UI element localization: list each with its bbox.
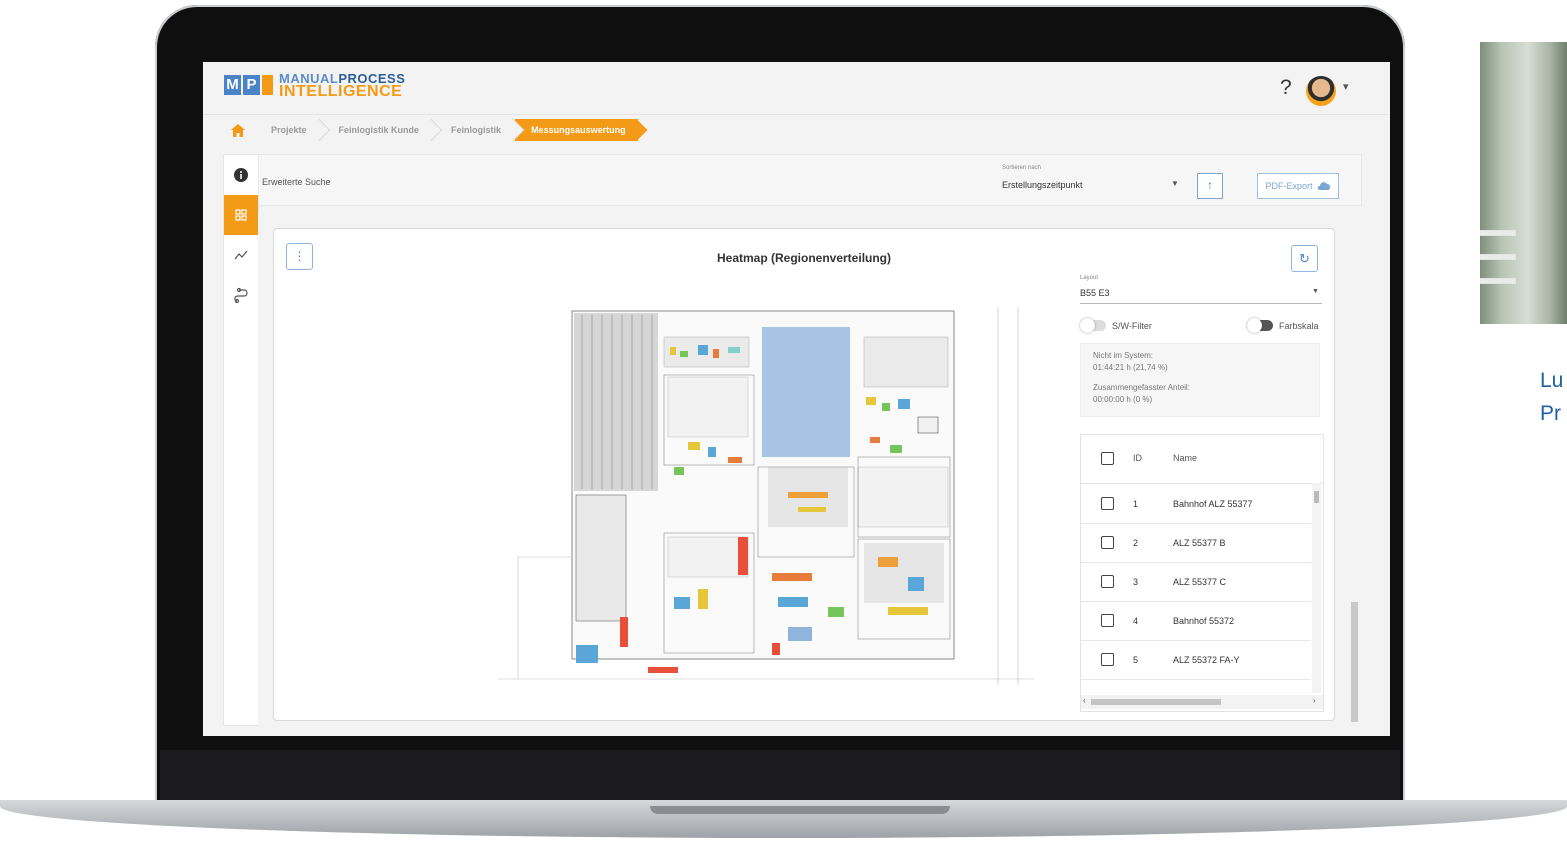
app-screen: M P MANUALPROCESS INTELLIGENCE ? ▾ Proje… [203,62,1390,736]
logo-letter-p: P [243,75,260,95]
scrollbar-thumb[interactable] [1314,491,1319,503]
toggle-switch[interactable] [1247,318,1273,333]
dashboard-grid-icon[interactable] [224,195,258,235]
side-caption: Lu Pr [1540,364,1567,430]
column-header-id[interactable]: ID [1133,453,1142,463]
table-row[interactable]: 4 Bahnhof 55372 [1081,601,1311,641]
chevron-down-icon[interactable]: ▼ [1171,179,1179,188]
row-checkbox[interactable] [1101,575,1114,588]
farbskala-toggle[interactable]: Farbskala [1247,318,1319,333]
side-caption-line: Pr [1540,402,1561,425]
analytics-icon[interactable] [224,235,258,275]
sw-filter-label: S/W-Filter [1112,320,1152,331]
heatmap-card: ⋮ Heatmap (Regionenverteilung) ↻ Layout … [273,228,1335,721]
main-content: ⋮ Heatmap (Regionenverteilung) ↻ Layout … [258,212,1360,736]
not-in-system-label: Nicht im System: [1093,351,1154,360]
refresh-icon[interactable]: ↻ [1291,245,1318,272]
combined-share-label: Zusammengefasster Anteil: [1093,383,1190,392]
table-horizontal-scrollbar[interactable]: ‹ › [1081,695,1323,709]
scrollbar-thumb[interactable] [1351,602,1358,722]
side-rail [223,154,259,726]
logo-wordmark: MANUALPROCESS INTELLIGENCE [279,72,405,100]
breadcrumb: Projekte Feinlogistik Kunde Feinlogistik… [223,119,638,141]
table-row[interactable]: 3 ALZ 55377 C [1081,562,1311,602]
laptop-notch [650,806,950,814]
chevron-right-icon[interactable]: › [1313,696,1316,705]
cloud-upload-icon [1317,182,1330,190]
row-id: 2 [1133,538,1139,548]
help-button[interactable]: ? [1280,76,1292,100]
breadcrumb-feinlogistik-kunde[interactable]: Feinlogistik Kunde [320,119,434,141]
row-id: 3 [1133,577,1139,587]
row-id: 5 [1133,655,1139,665]
sort-select[interactable]: Erstellungszeitpunkt [1002,180,1083,190]
row-checkbox[interactable] [1101,536,1114,549]
row-name: ALZ 55377 C [1173,577,1227,587]
info-icon[interactable] [224,155,258,195]
chevron-down-icon[interactable]: ▾ [1343,80,1349,93]
logo-intelligence: INTELLIGENCE [279,83,403,100]
photo-railing [1480,254,1516,260]
table-row[interactable]: 5 ALZ 55372 FA-Y [1081,640,1311,680]
row-name: ALZ 55372 FA-Y [1173,655,1240,665]
layout-select-underline [1080,303,1322,304]
photo-railing [1480,230,1516,236]
row-checkbox[interactable] [1101,614,1114,627]
heatmap-floorplan[interactable] [498,307,1034,685]
chevron-down-icon[interactable]: ▼ [1312,288,1319,295]
breadcrumb-feinlogistik[interactable]: Feinlogistik [433,119,516,141]
advanced-search-input[interactable]: Erweiterte Suche [262,177,331,187]
row-id: 1 [1133,499,1139,509]
farbskala-label: Farbskala [1279,320,1319,331]
combined-share-value: 00:00:00 h (0 %) [1093,395,1153,404]
side-caption-line: Lu [1540,369,1564,392]
search-row: Erweiterte Suche Sortieren nach Erstellu… [258,154,1362,206]
table-row[interactable]: 2 ALZ 55377 B [1081,523,1311,563]
pdf-export-label: PDF-Export [1265,181,1313,191]
row-checkbox[interactable] [1101,653,1114,666]
toggle-switch[interactable] [1080,318,1106,333]
region-table: ID Name 1 Bahnhof ALZ 55377 2 ALZ 55377 … [1080,434,1324,712]
not-in-system-value: 01:44:21 h (21,74 %) [1093,363,1168,372]
app-logo[interactable]: M P MANUALPROCESS INTELLIGENCE [224,72,405,100]
top-bar: M P MANUALPROCESS INTELLIGENCE ? ▾ [203,62,1390,115]
logo-letter-i [262,75,273,95]
laptop-bezel [160,750,1400,800]
page-scrollbar[interactable] [1350,212,1359,736]
row-id: 4 [1133,616,1139,626]
photo-railing [1480,278,1516,284]
layout-select[interactable]: B55 E3 [1080,288,1110,298]
pdf-export-button[interactable]: PDF-Export [1257,173,1339,199]
side-photo [1480,42,1567,324]
layout-label: Layout [1080,275,1099,281]
stats-box: Nicht im System: 01:44:21 h (21,74 %) Zu… [1080,343,1320,417]
table-header: ID Name [1081,435,1323,484]
table-row[interactable]: 1 Bahnhof ALZ 55377 [1081,484,1311,524]
sort-label: Sortieren nach [1002,165,1042,171]
logo-letter-m: M [224,75,241,95]
row-name: Bahnhof ALZ 55377 [1173,499,1253,509]
arrow-up-icon[interactable]: ↑ [1197,173,1223,199]
table-vertical-scrollbar[interactable] [1312,483,1321,693]
scrollbar-thumb[interactable] [1091,699,1221,705]
row-checkbox[interactable] [1101,497,1114,510]
select-all-checkbox[interactable] [1101,452,1114,465]
route-icon[interactable] [224,275,258,315]
sw-filter-toggle[interactable]: S/W-Filter [1080,318,1152,333]
breadcrumb-messungsauswertung[interactable]: Messungsauswertung [515,119,638,141]
user-avatar[interactable] [1306,76,1336,106]
card-title: Heatmap (Regionenverteilung) [716,251,892,265]
home-icon[interactable] [223,119,253,141]
row-name: ALZ 55377 B [1173,538,1226,548]
column-header-name[interactable]: Name [1173,453,1197,463]
chevron-left-icon[interactable]: ‹ [1083,696,1086,705]
breadcrumb-projekte[interactable]: Projekte [253,119,321,141]
row-name: Bahnhof 55372 [1173,616,1235,626]
